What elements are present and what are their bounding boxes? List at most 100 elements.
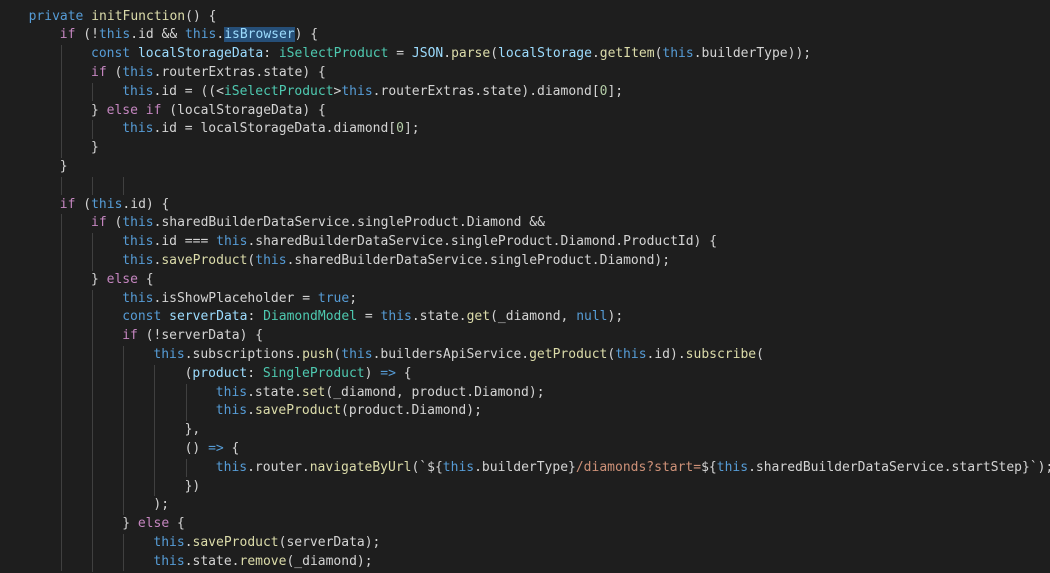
code-token: .state.: [411, 309, 467, 325]
code-line[interactable]: if (!this.id && this.isBrowser) {: [60, 26, 318, 45]
code-token: {: [176, 516, 185, 532]
code-token: saveProduct: [161, 252, 248, 268]
indent-guide: [60, 45, 62, 158]
code-token: );: [153, 497, 170, 513]
code-line[interactable]: );: [153, 496, 169, 515]
code-token: this: [122, 252, 154, 268]
code-line[interactable]: if (this.sharedBuilderDataService.single…: [91, 214, 545, 233]
code-line[interactable]: this.id = ((<iSelectProduct>this.routerE…: [122, 83, 623, 102]
code-token: this: [615, 346, 647, 362]
code-token: /diamonds?start=: [575, 459, 702, 475]
code-token: this: [122, 64, 154, 80]
indent-guide: [92, 176, 93, 196]
code-line[interactable]: }: [91, 139, 99, 158]
code-token: this: [216, 234, 248, 250]
code-token: JSON: [411, 46, 444, 62]
code-token: {: [223, 440, 240, 456]
code-token: this: [341, 346, 373, 362]
code-token: .id ===: [153, 234, 217, 250]
code-token: this: [716, 459, 749, 475]
code-token: if: [59, 27, 84, 43]
code-token: null: [576, 309, 608, 325]
code-line[interactable]: if (this.routerExtras.state) {: [91, 64, 326, 83]
code-token: push: [302, 346, 334, 362]
code-token: this: [122, 234, 154, 250]
code-line[interactable]: }): [185, 478, 201, 497]
code-line[interactable]: } else {: [122, 515, 185, 534]
code-token: =: [388, 46, 412, 62]
code-token: (localStorageData) {: [169, 102, 326, 118]
code-token: .state.: [184, 553, 240, 569]
code-token: :: [263, 46, 279, 62]
code-line[interactable]: this.isShowPlaceholder = true;: [122, 290, 357, 309]
code-token: this: [122, 215, 154, 231]
indent-guide: [185, 458, 187, 478]
indent-guide: [92, 233, 93, 271]
code-token: ${: [701, 459, 717, 475]
code-line[interactable]: }: [60, 158, 68, 177]
code-token: this: [122, 121, 154, 137]
indent-guide: [185, 383, 187, 422]
code-token: (product.Diamond);: [341, 403, 482, 419]
code-token: .sharedBuilderDataService.singleProduct.…: [153, 215, 545, 231]
code-token: (!: [83, 27, 99, 43]
code-line[interactable]: const serverData: DiamondModel = this.st…: [122, 308, 623, 327]
code-token: (: [756, 346, 764, 362]
code-token: SingleProduct: [262, 365, 365, 381]
code-token: this: [185, 27, 217, 43]
code-line[interactable]: } else {: [91, 271, 154, 290]
code-line[interactable]: () => {: [185, 440, 240, 459]
code-token: this: [122, 290, 154, 306]
code-token: if: [122, 328, 146, 344]
code-line[interactable]: this.saveProduct(serverData);: [153, 534, 380, 553]
code-line[interactable]: this.saveProduct(this.sharedBuilderDataS…: [122, 252, 670, 271]
code-token: this: [255, 252, 287, 268]
code-token: if: [59, 196, 84, 212]
indent-guide: [123, 533, 125, 572]
code-line[interactable]: (product: SingleProduct) => {: [185, 365, 412, 384]
code-token: .builderType}: [474, 459, 576, 475]
code-line[interactable]: const localStorageData: iSelectProduct =…: [91, 45, 811, 64]
code-line[interactable]: this.saveProduct(product.Diamond);: [216, 402, 482, 421]
code-token: getItem: [599, 46, 655, 62]
code-token: .: [184, 534, 193, 550]
code-token: }: [122, 516, 138, 532]
code-line[interactable]: this.state.set(_diamond, product.Diamond…: [216, 384, 545, 403]
code-token: }: [91, 271, 107, 287]
code-token: this: [341, 83, 373, 99]
code-token: this: [215, 403, 248, 419]
code-token: .state.: [247, 384, 302, 400]
code-token: if: [91, 64, 115, 80]
code-token: (`${: [411, 459, 443, 475]
code-token: );: [607, 309, 624, 325]
code-line[interactable]: this.state.remove(_diamond);: [153, 553, 372, 572]
indent-guide: [92, 120, 93, 140]
code-line[interactable]: },: [185, 421, 201, 440]
code-line[interactable]: this.router.navigateByUrl(`${this.builde…: [216, 459, 1050, 478]
code-token: =: [357, 309, 381, 325]
code-token: parse: [451, 46, 491, 62]
code-line[interactable]: this.id === this.sharedBuilderDataServic…: [122, 233, 717, 252]
code-token: get: [466, 309, 491, 325]
code-token: DiamondModel: [263, 309, 358, 325]
indent-guide: [92, 289, 93, 572]
code-token: this: [662, 46, 694, 62]
code-token: ) {: [294, 27, 319, 43]
code-token: this: [153, 534, 185, 550]
code-token: (: [83, 196, 92, 212]
code-token: navigateByUrl: [309, 459, 412, 475]
code-editor[interactable]: private initFunction() {if (!this.id && …: [0, 0, 1050, 573]
code-line[interactable]: this.id = localStorageData.diamond[0];: [122, 120, 419, 139]
indent-guide: [123, 176, 125, 196]
code-token: private: [28, 8, 92, 24]
code-line[interactable]: private initFunction() {: [29, 8, 217, 27]
code-line[interactable]: if (!serverData) {: [122, 327, 263, 346]
code-line[interactable]: } else if (localStorageData) {: [91, 102, 326, 121]
code-token: const: [122, 309, 170, 325]
code-line[interactable]: if (this.id) {: [60, 196, 170, 215]
indent-guide: [60, 214, 62, 572]
code-line[interactable]: this.subscriptions.push(this.buildersApi…: [153, 346, 764, 365]
indent-guide: [92, 82, 93, 102]
code-token: serverData: [169, 309, 248, 325]
code-token: .buildersApiService.: [372, 346, 530, 362]
